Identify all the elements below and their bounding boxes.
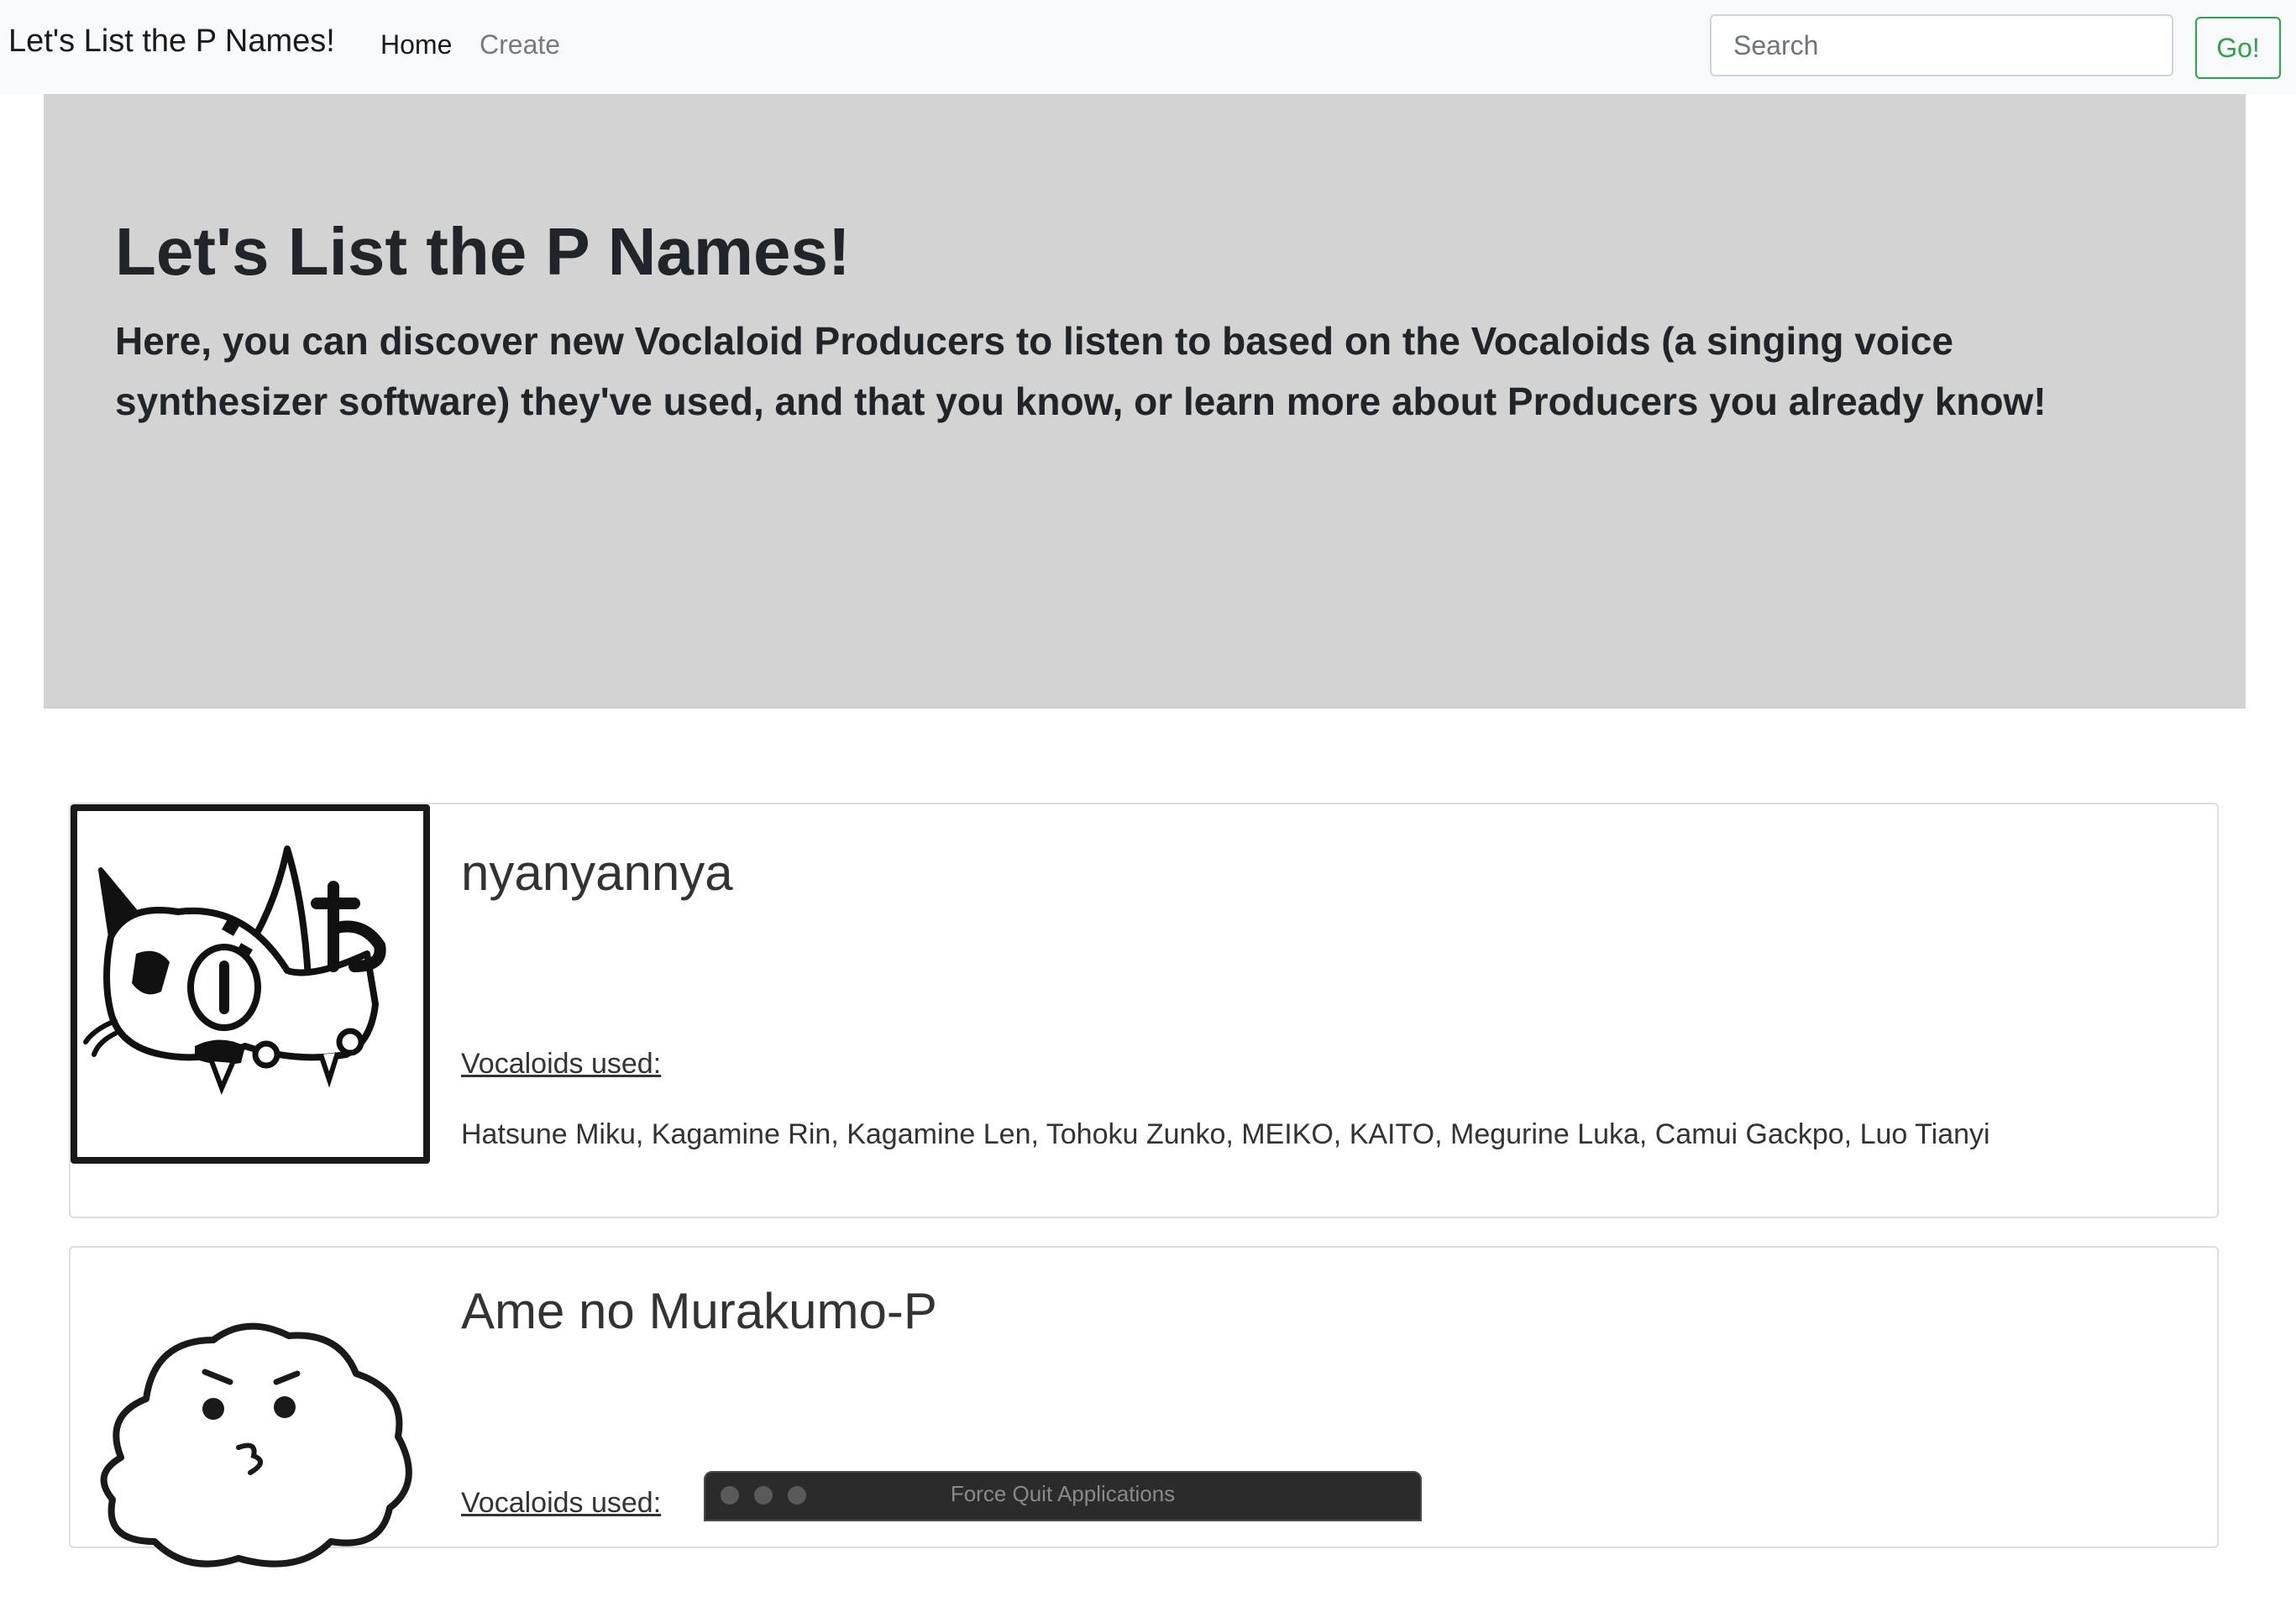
- top-navbar: Let's List the P Names! Home Create Go!: [0, 0, 2296, 94]
- search-input[interactable]: [1710, 14, 2173, 76]
- hero-subtitle: Here, you can discover new Voclaloid Pro…: [115, 319, 2047, 423]
- producer-name[interactable]: Ame no Murakumo-P: [461, 1286, 937, 1337]
- cat-drawing-icon: [71, 804, 430, 1164]
- force-quit-title: Force Quit Applications: [950, 1481, 1176, 1506]
- go-button[interactable]: Go!: [2195, 17, 2281, 79]
- nav-link-home[interactable]: Home: [380, 29, 452, 60]
- producer-name[interactable]: nyanyannya: [461, 848, 733, 898]
- vocaloids-used-heading: Vocaloids used:: [461, 1048, 662, 1080]
- vocaloids-used-heading: Vocaloids used:: [461, 1487, 662, 1519]
- producer-card: nyanyannya Vocaloids used: Hatsune Miku,…: [69, 803, 2219, 1218]
- cloud-face-icon: [71, 1248, 430, 1607]
- hero-title: Let's List the P Names!: [115, 214, 851, 289]
- vocaloids-list: Hatsune Miku, Kagamine Rin, Kagamine Len…: [461, 1118, 1990, 1150]
- navbar-brand[interactable]: Let's List the P Names!: [8, 24, 335, 60]
- nav-link-create[interactable]: Create: [480, 29, 560, 60]
- force-quit-window[interactable]: Force Quit Applications: [704, 1471, 1422, 1521]
